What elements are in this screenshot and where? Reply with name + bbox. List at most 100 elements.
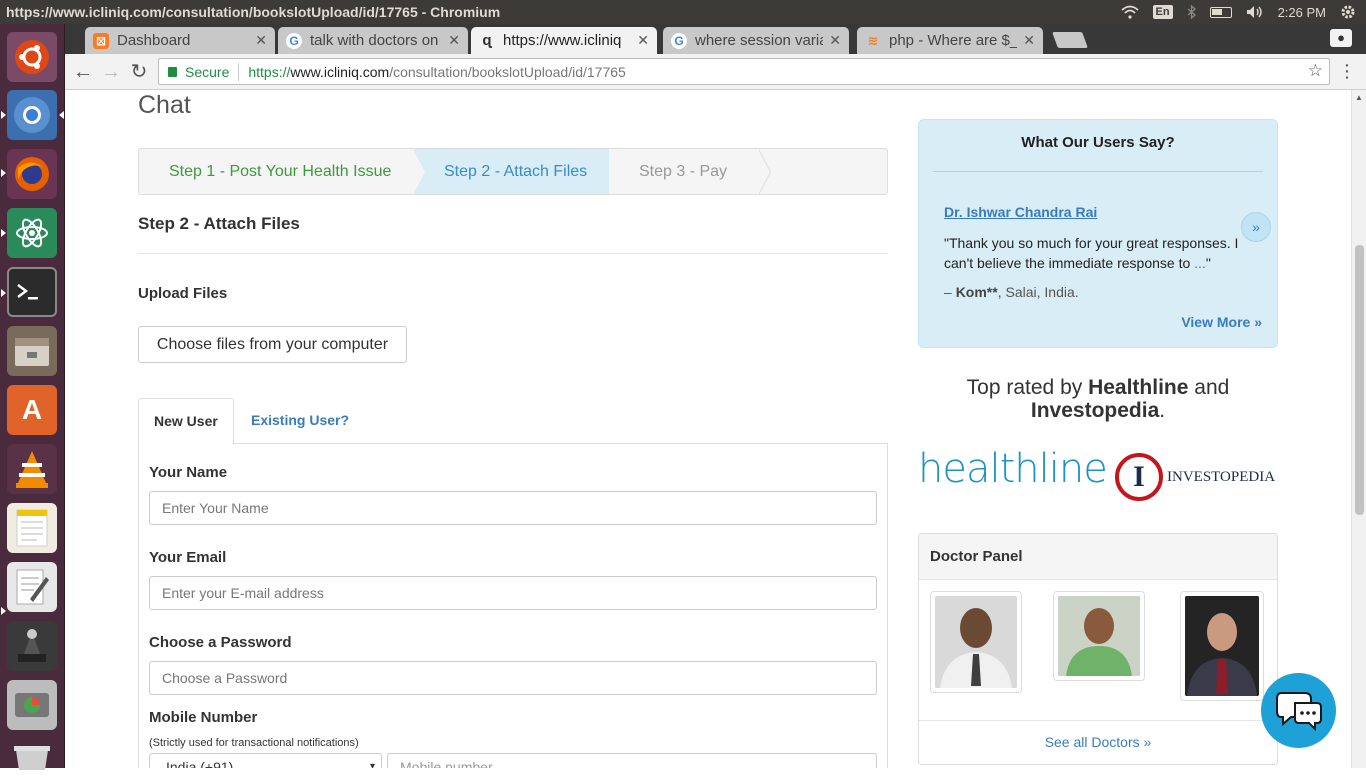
name-label: Your Name — [149, 464, 228, 481]
testimonial-quote: "Thank you so much for your great respon… — [944, 235, 1239, 271]
keyboard-layout-indicator[interactable]: En — [1152, 5, 1173, 19]
testimonial-card: What Our Users Say? Dr. Ishwar Chandra R… — [918, 119, 1278, 348]
system-tray: En 2:26 PM — [1120, 0, 1366, 24]
country-code-value: India (+91) — [166, 759, 234, 768]
tab-where-session[interactable]: G where session varia ✕ — [663, 27, 849, 54]
divider — [138, 253, 888, 254]
choose-files-button[interactable]: Choose files from your computer — [138, 326, 407, 363]
page-scrollbar[interactable]: ▲ — [1351, 90, 1366, 768]
disk-usage-icon[interactable] — [7, 680, 57, 730]
tab-talk-with-doctors[interactable]: G talk with doctors on ✕ — [278, 27, 468, 54]
step-1[interactable]: Step 1 - Post Your Health Issue — [139, 149, 414, 194]
page-title: Chat — [138, 91, 191, 119]
tab-php-where-are[interactable]: ≋ php - Where are $_S ✕ — [857, 27, 1043, 54]
chat-widget-button[interactable] — [1261, 673, 1336, 748]
tab-icliniq[interactable]: ɋ https://www.icliniq ✕ — [471, 27, 657, 54]
google-icon: G — [671, 32, 687, 49]
email-input[interactable]: Enter your E-mail address — [149, 576, 877, 610]
investopedia-logo: I INVESTOPEDIA — [1115, 452, 1275, 502]
profile-icon[interactable]: ● — [1330, 29, 1352, 47]
chromium-icon[interactable] — [7, 90, 57, 140]
bluetooth-icon[interactable] — [1187, 5, 1196, 19]
step-heading: Step 2 - Attach Files — [138, 214, 300, 233]
see-all-doctors-link[interactable]: See all Doctors » — [919, 720, 1277, 764]
doctor-photo[interactable] — [1180, 591, 1264, 701]
tab-new-user[interactable]: New User — [138, 398, 234, 445]
dropdown-caret-icon: ▾ — [369, 761, 375, 768]
window-title: https://www.icliniq.com/consultation/boo… — [6, 4, 501, 20]
unity-launcher: A — [0, 24, 65, 770]
close-tab-icon[interactable]: ✕ — [637, 32, 649, 49]
url-scheme: https:// — [248, 63, 291, 80]
text-editor-icon[interactable] — [7, 562, 57, 612]
quote-more-link[interactable]: ... — [1194, 255, 1206, 271]
volume-icon[interactable] — [1246, 5, 1264, 19]
reload-icon[interactable]: ↻ — [127, 60, 151, 84]
settings-gear-icon[interactable] — [1340, 4, 1356, 20]
scroll-up-arrow-icon[interactable]: ▲ — [1355, 93, 1363, 102]
icliniq-icon: ɋ — [482, 32, 492, 49]
investopedia-mark: I — [1115, 453, 1163, 501]
new-tab-button[interactable] — [1052, 32, 1088, 48]
name-input[interactable]: Enter Your Name — [149, 491, 877, 525]
healthline-logo: healthline — [918, 446, 1108, 492]
url-path: /consultation/bookslotUpload/id/17765 — [389, 63, 626, 80]
ubuntu-dash-icon[interactable] — [7, 32, 57, 82]
xampp-icon: ⊠ — [93, 32, 109, 49]
progress-steps: Step 1 - Post Your Health Issue Step 2 -… — [138, 148, 888, 195]
lock-icon[interactable] — [168, 66, 177, 77]
user-tabs: New User Existing User? — [138, 398, 888, 445]
clock[interactable]: 2:26 PM — [1278, 5, 1326, 20]
google-icon: G — [286, 32, 302, 49]
software-center-icon[interactable]: A — [7, 385, 57, 435]
address-bar[interactable]: Secure https://www.icliniq.com/consultat… — [158, 58, 1330, 85]
email-label: Your Email — [149, 549, 227, 566]
secure-label[interactable]: Secure — [185, 64, 229, 80]
browser-menu-icon[interactable]: ⋮ — [1338, 61, 1356, 81]
mobile-number-input[interactable]: Mobile number — [387, 753, 877, 768]
back-arrow-icon[interactable]: ← — [71, 60, 95, 84]
testimonial-title: What Our Users Say? — [1021, 134, 1175, 151]
close-tab-icon[interactable]: ✕ — [829, 32, 841, 49]
next-testimonial-button[interactable]: » — [1241, 212, 1271, 242]
firefox-icon[interactable] — [7, 149, 57, 199]
upload-files-label: Upload Files — [138, 285, 228, 302]
tab-existing-user[interactable]: Existing User? — [236, 398, 364, 445]
mobile-label: Mobile Number — [149, 709, 258, 726]
password-input[interactable]: Choose a Password — [149, 661, 877, 695]
step-2[interactable]: Step 2 - Attach Files — [414, 149, 609, 194]
step-3[interactable]: Step 3 - Pay — [609, 149, 759, 194]
terminal-icon[interactable] — [7, 267, 57, 317]
file-manager-icon[interactable] — [7, 326, 57, 376]
scrollbar-thumb[interactable] — [1355, 245, 1364, 515]
testimonial-doctor-link[interactable]: Dr. Ishwar Chandra Rai — [944, 204, 1097, 220]
doctor-panel: Doctor Panel See all Doctors » — [918, 533, 1278, 765]
doctor-panel-title: Doctor Panel — [919, 534, 1277, 580]
wifi-icon[interactable] — [1120, 5, 1139, 19]
close-tab-icon[interactable]: ✕ — [448, 32, 460, 49]
browser-tab-strip: ⊠ Dashboard ✕ G talk with doctors on ✕ ɋ… — [65, 24, 1366, 54]
forward-arrow-icon[interactable]: → — [99, 60, 123, 84]
country-code-select[interactable]: India (+91) ▾ — [149, 753, 382, 768]
chat-bubbles-icon — [1275, 691, 1322, 731]
close-tab-icon[interactable]: ✕ — [255, 32, 267, 49]
top-rated-text: Top rated by Healthline and Investopedia. — [966, 376, 1230, 422]
doctor-photo[interactable] — [1053, 591, 1145, 681]
bookmark-star-icon[interactable]: ☆ — [1308, 61, 1323, 81]
url-host: www.icliniq.com — [290, 63, 390, 80]
system-top-bar: https://www.icliniq.com/consultation/boo… — [0, 0, 1366, 24]
testimonial-author: – Kom**, Salai, India. — [944, 284, 1079, 300]
notes-icon[interactable] — [7, 503, 57, 553]
battery-icon[interactable] — [1209, 6, 1232, 18]
atom-icon[interactable] — [7, 208, 57, 258]
view-more-link[interactable]: View More » — [1181, 314, 1262, 330]
page-viewport: Chat Step 1 - Post Your Health Issue Ste… — [65, 90, 1351, 768]
trash-icon[interactable] — [7, 730, 57, 780]
password-label: Choose a Password — [149, 634, 292, 651]
tab-dashboard[interactable]: ⊠ Dashboard ✕ — [85, 27, 275, 54]
vlc-icon[interactable] — [7, 444, 57, 494]
system-monitor-icon[interactable] — [7, 621, 57, 671]
doctor-photo[interactable] — [930, 591, 1022, 693]
close-tab-icon[interactable]: ✕ — [1023, 32, 1035, 49]
mobile-hint: (Strictly used for transactional notific… — [149, 737, 359, 749]
